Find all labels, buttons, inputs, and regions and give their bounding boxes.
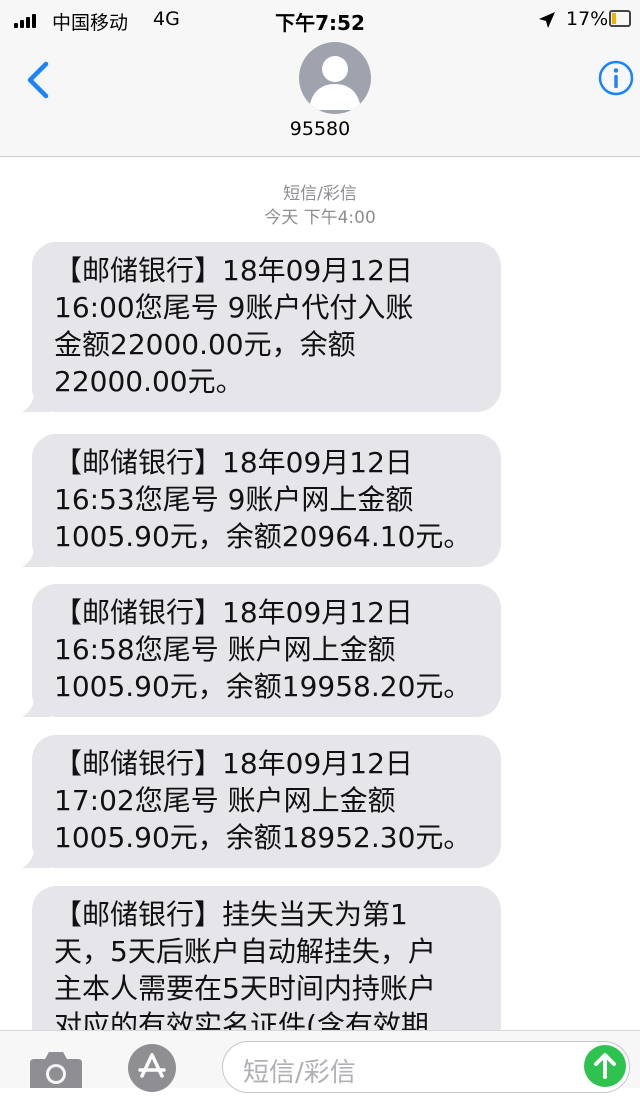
message-bubble[interactable]: 【邮储银行】18年09月12日 16:53您尾号 9账户网上金额 1005.90… bbox=[22, 434, 501, 567]
compose-bar: 短信/彩信 bbox=[0, 1030, 640, 1093]
message-thread[interactable]: 短信/彩信 今天 下午4:00 【邮储银行】18年09月12日 16:00您尾号… bbox=[0, 157, 640, 1030]
status-bar: 中国移动 4G 下午7:52 17% bbox=[0, 0, 640, 40]
bubble-tail bbox=[22, 388, 50, 412]
app-store-icon[interactable] bbox=[128, 1044, 176, 1092]
message-line: 【邮储银行】18年09月12日 bbox=[54, 254, 413, 287]
message-line: 【邮储银行】18年09月12日 bbox=[54, 596, 413, 629]
message-line: 17:02您尾号 账户网上金额 bbox=[54, 784, 396, 817]
location-icon bbox=[539, 12, 555, 28]
thread-timestamp: 今天 下午4:00 bbox=[264, 208, 376, 228]
camera-icon[interactable] bbox=[30, 1049, 82, 1088]
bubble-tail bbox=[22, 693, 50, 717]
message-line: 22000.00元。 bbox=[54, 365, 244, 398]
message-input[interactable]: 短信/彩信 bbox=[222, 1041, 630, 1093]
battery-percent: 17% bbox=[566, 8, 609, 30]
info-icon[interactable] bbox=[598, 60, 634, 96]
message-line: 1005.90元，余额20964.10元。 bbox=[54, 520, 472, 553]
message-line: 1005.90元，余额19958.20元。 bbox=[54, 670, 472, 703]
message-bubble[interactable]: 【邮储银行】18年09月12日 16:00您尾号 9账户代付入账 金额22000… bbox=[22, 242, 501, 412]
back-chevron-icon[interactable] bbox=[22, 60, 52, 100]
message-line: 【邮储银行】18年09月12日 bbox=[54, 446, 413, 479]
message-line: 16:58您尾号 账户网上金额 bbox=[54, 633, 396, 666]
message-line: 16:53您尾号 9账户网上金额 bbox=[54, 483, 414, 516]
message-bubble[interactable]: 【邮储银行】18年09月12日 17:02您尾号 账户网上金额 1005.90元… bbox=[22, 735, 501, 868]
avatar-icon[interactable] bbox=[299, 42, 371, 114]
message-line: 金额22000.00元，余额 bbox=[54, 328, 356, 361]
message-input-placeholder: 短信/彩信 bbox=[243, 1058, 356, 1088]
contact-name[interactable]: 95580 bbox=[0, 118, 640, 140]
conversation-header: 95580 bbox=[0, 40, 640, 157]
message-line: 16:00您尾号 9账户代付入账 bbox=[54, 291, 414, 324]
message-line: 主本人需要在5天时间内持账户 bbox=[54, 972, 436, 1005]
message-line: 【邮储银行】挂失当天为第1 bbox=[54, 898, 408, 931]
message-line: 对应的有效实名证件(含有效期 bbox=[54, 1009, 429, 1030]
send-arrow-icon[interactable] bbox=[584, 1045, 626, 1087]
message-line: 天，5天后账户自动解挂失，户 bbox=[54, 935, 436, 968]
message-bubble[interactable]: 【邮储银行】18年09月12日 16:58您尾号 账户网上金额 1005.90元… bbox=[22, 584, 501, 717]
bubble-tail bbox=[22, 844, 50, 868]
service-label: 短信/彩信 bbox=[283, 184, 357, 204]
message-line: 1005.90元，余额18952.30元。 bbox=[54, 821, 472, 854]
message-bubble[interactable]: 【邮储银行】挂失当天为第1 天，5天后账户自动解挂失，户 主本人需要在5天时间内… bbox=[32, 886, 501, 1030]
bubble-tail bbox=[22, 543, 50, 567]
battery-icon bbox=[609, 10, 631, 27]
message-line: 【邮储银行】18年09月12日 bbox=[54, 747, 413, 780]
